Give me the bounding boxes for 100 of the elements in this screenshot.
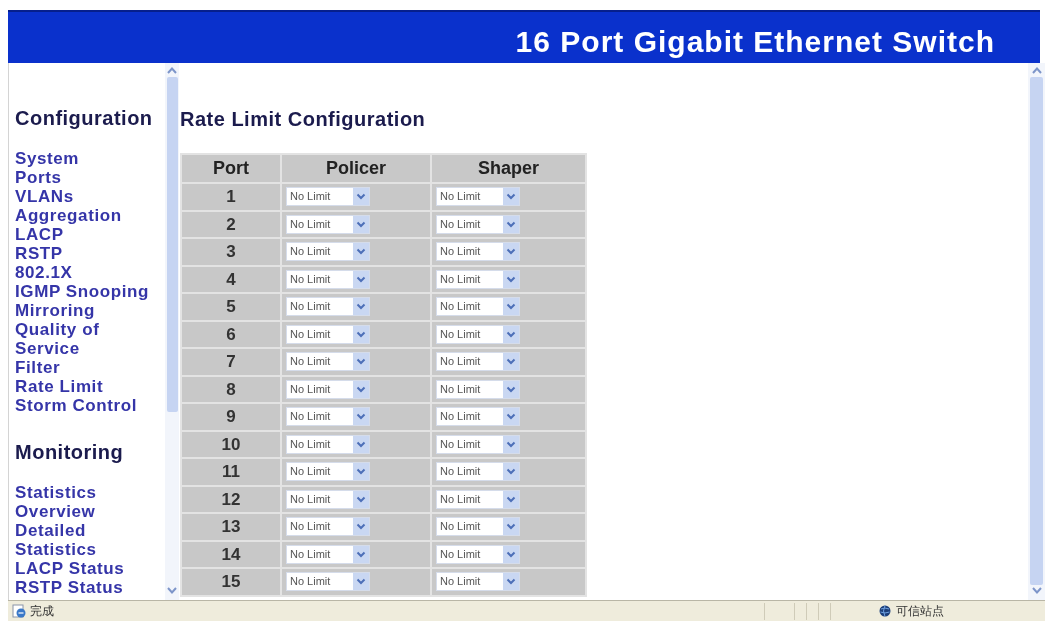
dropdown[interactable]: No Limit [436,269,520,289]
chevron-down-icon [1031,587,1042,594]
dropdown[interactable]: No Limit [286,434,370,454]
chevron-down-icon [353,215,369,233]
chevron-down-icon [353,518,369,536]
dropdown[interactable]: No Limit [286,517,370,537]
dropdown[interactable]: No Limit [436,572,520,592]
section-heading: Configuration [15,107,154,129]
nav-link[interactable]: Mirroring [15,301,157,320]
status-text: 完成 [30,604,54,618]
table-cell: 7 [181,348,281,376]
dropdown[interactable]: No Limit [436,187,520,207]
table-cell: 15 [181,568,281,596]
table-cell: 12 [181,485,281,513]
page-title: 16 Port Gigabit Ethernet Switch [515,25,995,58]
dropdown[interactable]: No Limit [286,407,370,427]
table-cell: 6 [181,320,281,348]
chevron-down-icon [503,573,519,591]
chevron-down-icon [503,545,519,563]
chevron-down-icon [353,545,369,563]
chevron-down-icon [503,463,519,481]
nav-link[interactable]: RSTP [15,244,157,263]
nav-link[interactable]: VLANs [15,187,157,206]
chevron-down-icon [503,215,519,233]
chevron-down-icon [353,243,369,261]
table-cell: 13 [181,513,281,541]
dropdown[interactable]: No Limit [286,572,370,592]
dropdown[interactable]: No Limit [286,324,370,344]
dropdown[interactable]: No Limit [436,297,520,317]
chevron-up-icon [1031,67,1042,74]
column-header: Shaper [431,154,586,183]
chevron-down-icon [353,573,369,591]
scrollbar[interactable] [1028,63,1045,600]
dropdown[interactable]: No Limit [286,187,370,207]
dropdown[interactable]: No Limit [286,242,370,262]
dropdown[interactable]: No Limit [286,462,370,482]
chevron-down-icon [503,188,519,206]
scrollbar[interactable] [165,63,179,600]
chevron-up-icon [167,67,177,74]
nav-link[interactable]: System [15,149,157,168]
dropdown[interactable]: No Limit [436,352,520,372]
nav-link[interactable]: Rate Limit [15,377,157,396]
dropdown[interactable]: No Limit [286,544,370,564]
chevron-down-icon [503,435,519,453]
chevron-down-icon [353,408,369,426]
dropdown[interactable]: No Limit [436,324,520,344]
chevron-down-icon [353,353,369,371]
dropdown[interactable]: No Limit [436,407,520,427]
scrollbar-thumb[interactable] [166,77,178,412]
nav-link[interactable]: Filter [15,358,157,377]
nav-link[interactable]: LACP Status [15,559,157,578]
page-icon [12,604,26,618]
chevron-down-icon [503,353,519,371]
nav-link[interactable]: Storm Control [15,396,157,415]
dropdown[interactable]: No Limit [286,269,370,289]
dropdown[interactable]: No Limit [286,297,370,317]
dropdown[interactable]: No Limit [436,517,520,537]
dropdown[interactable]: No Limit [436,462,520,482]
table-cell: 11 [181,458,281,486]
table-cell: 5 [181,293,281,321]
dropdown[interactable]: No Limit [286,379,370,399]
chevron-down-icon [167,587,177,594]
nav-link[interactable]: Statistics Overview [15,483,157,521]
chevron-down-icon [353,490,369,508]
column-header: Policer [281,154,431,183]
nav-link[interactable]: Detailed Statistics [15,521,157,559]
chevron-down-icon [353,463,369,481]
table-cell: 1 [181,183,281,211]
nav-link[interactable]: Quality of Service [15,320,157,358]
table-cell: 10 [181,430,281,458]
chevron-down-icon [503,298,519,316]
dropdown[interactable]: No Limit [436,242,520,262]
column-header: Port [181,154,281,183]
table-cell: 3 [181,238,281,266]
dropdown[interactable]: No Limit [436,489,520,509]
table-cell: 4 [181,265,281,293]
table-cell: 14 [181,540,281,568]
page-heading: Rate Limit Configuration [180,108,427,130]
chevron-down-icon [353,380,369,398]
nav-link[interactable]: 802.1X [15,263,157,282]
chevron-down-icon [353,325,369,343]
chevron-down-icon [353,298,369,316]
nav-link[interactable]: Aggregation [15,206,157,225]
chevron-down-icon [503,325,519,343]
dropdown[interactable]: No Limit [436,544,520,564]
dropdown[interactable]: No Limit [436,379,520,399]
globe-icon [879,605,891,617]
dropdown[interactable]: No Limit [286,214,370,234]
dropdown[interactable]: No Limit [436,434,520,454]
chevron-down-icon [503,408,519,426]
scrollbar-thumb[interactable] [1030,77,1043,585]
chevron-down-icon [353,270,369,288]
nav-link[interactable]: IGMP Snooping [15,282,157,301]
dropdown[interactable]: No Limit [286,352,370,372]
dropdown[interactable]: No Limit [436,214,520,234]
nav-link[interactable]: Ports [15,168,157,187]
chevron-down-icon [353,435,369,453]
dropdown[interactable]: No Limit [286,489,370,509]
nav-link[interactable]: RSTP Status [15,578,157,597]
nav-link[interactable]: LACP [15,225,157,244]
